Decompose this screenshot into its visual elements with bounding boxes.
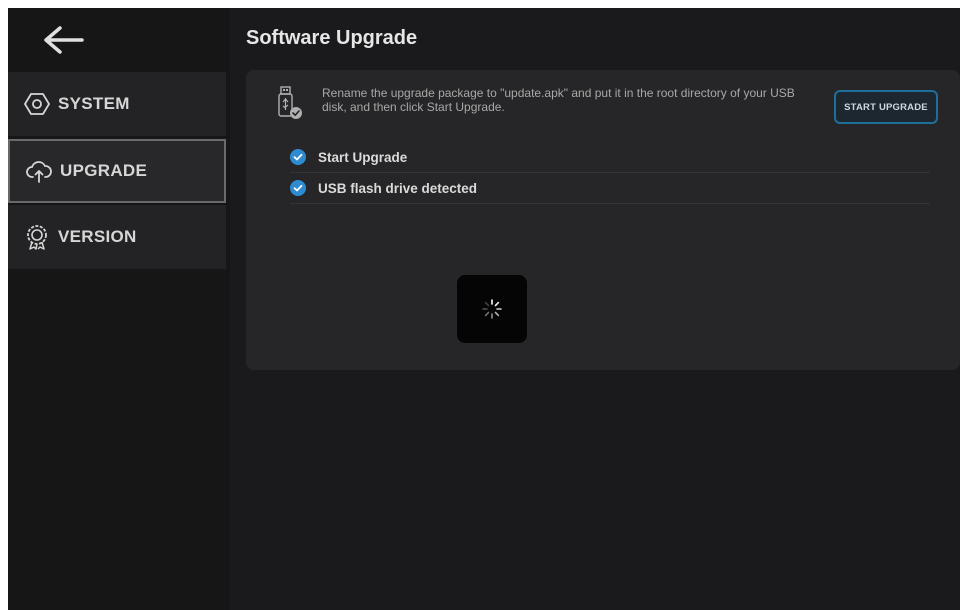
cloud-upload-icon (26, 158, 52, 184)
badge-icon (24, 224, 50, 250)
sidebar-item-version[interactable]: VERSION (8, 205, 226, 269)
step-label: USB flash drive detected (318, 180, 478, 196)
step-start-upgrade: Start Upgrade (290, 142, 930, 173)
step-usb-detected: USB flash drive detected (290, 173, 930, 204)
sidebar: SYSTEM UPGRADE VERSION (8, 8, 230, 610)
loading-spinner (457, 275, 527, 343)
back-button[interactable] (38, 22, 88, 58)
sidebar-item-label: VERSION (58, 227, 137, 246)
sidebar-item-upgrade[interactable]: UPGRADE (8, 139, 226, 203)
check-circle-icon (290, 180, 306, 196)
upgrade-card: Rename the upgrade package to "update.ap… (246, 70, 960, 370)
spinner-icon (482, 299, 502, 319)
start-upgrade-button[interactable]: START UPGRADE (834, 90, 938, 124)
usb-drive-icon (278, 86, 302, 119)
check-circle-icon (290, 149, 306, 165)
sidebar-item-label: SYSTEM (58, 94, 130, 113)
system-icon (24, 91, 50, 117)
upgrade-instructions: Rename the upgrade package to "update.ap… (322, 86, 795, 114)
sidebar-item-label: UPGRADE (60, 161, 148, 180)
sidebar-item-system[interactable]: SYSTEM (8, 72, 226, 136)
arrow-left-icon (44, 26, 84, 54)
step-label: Start Upgrade (318, 149, 408, 165)
app-screen: SYSTEM UPGRADE VERSION Software Upgrade … (8, 8, 960, 610)
page-title: Software Upgrade (246, 27, 418, 49)
